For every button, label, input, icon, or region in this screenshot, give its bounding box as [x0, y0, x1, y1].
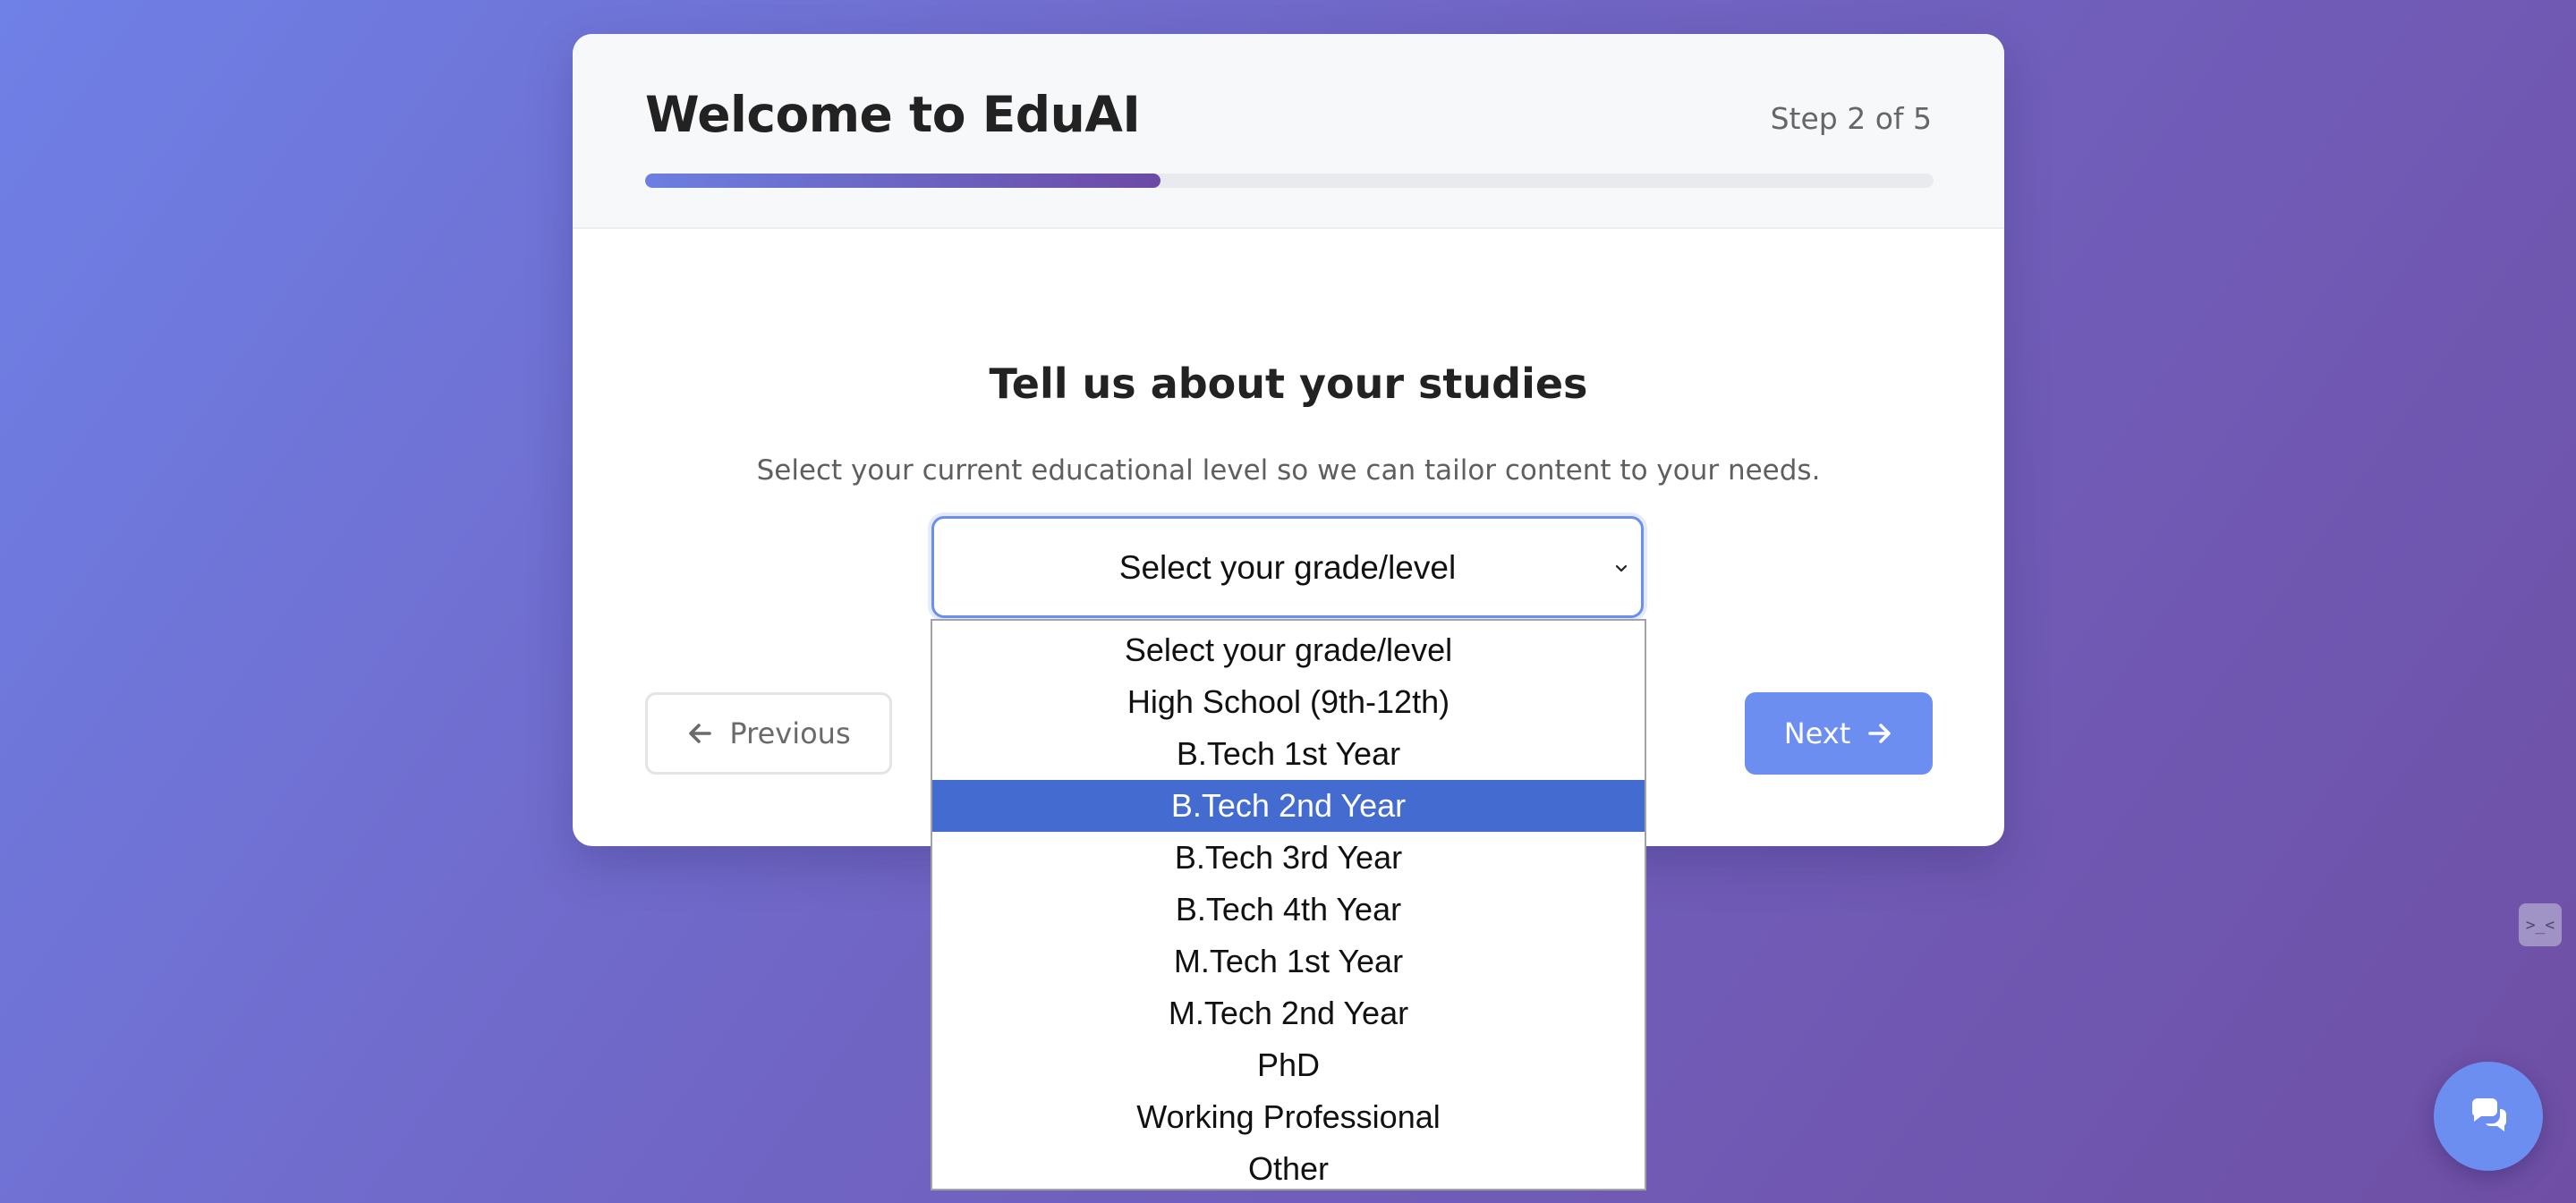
chat-button[interactable]	[2434, 1062, 2543, 1171]
dropdown-option[interactable]: Working Professional	[932, 1091, 1645, 1143]
chevron-down-icon	[1615, 564, 1628, 572]
dropdown-option[interactable]: M.Tech 1st Year	[932, 936, 1645, 987]
progress-bar	[645, 174, 1934, 188]
devtools-badge[interactable]: >_<	[2519, 903, 2562, 946]
arrow-right-icon	[1866, 720, 1893, 747]
dropdown-option[interactable]: B.Tech 3rd Year	[932, 832, 1645, 884]
section-title: Tell us about your studies	[989, 360, 1588, 408]
progress-bar-fill	[645, 174, 1160, 188]
previous-button[interactable]: Previous	[645, 692, 892, 775]
next-button[interactable]: Next	[1745, 692, 1933, 775]
grade-level-dropdown-list[interactable]: Select your grade/level High School (9th-…	[931, 619, 1646, 1190]
grade-level-select-value: Select your grade/level	[1118, 549, 1457, 586]
card-header: Welcome to EduAI Step 2 of 5	[573, 34, 2004, 229]
dropdown-option[interactable]: High School (9th-12th)	[932, 676, 1645, 728]
dropdown-option[interactable]: Other	[932, 1143, 1645, 1195]
dropdown-option[interactable]: M.Tech 2nd Year	[932, 987, 1645, 1039]
page-title: Welcome to EduAI	[645, 86, 1141, 143]
next-button-label: Next	[1783, 716, 1851, 750]
dropdown-option[interactable]: Select your grade/level	[932, 624, 1645, 676]
arrow-left-icon	[686, 720, 713, 747]
dropdown-option[interactable]: B.Tech 4th Year	[932, 884, 1645, 936]
dropdown-option[interactable]: B.Tech 2nd Year	[932, 780, 1645, 832]
previous-button-label: Previous	[729, 716, 851, 750]
dropdown-option[interactable]: PhD	[932, 1039, 1645, 1091]
dropdown-option[interactable]: B.Tech 1st Year	[932, 728, 1645, 780]
chat-bubbles-icon	[2472, 1098, 2506, 1131]
step-indicator: Step 2 of 5	[1770, 101, 1932, 136]
section-description: Select your current educational level so…	[756, 454, 1821, 487]
grade-level-select[interactable]: Select your grade/level	[931, 516, 1644, 618]
